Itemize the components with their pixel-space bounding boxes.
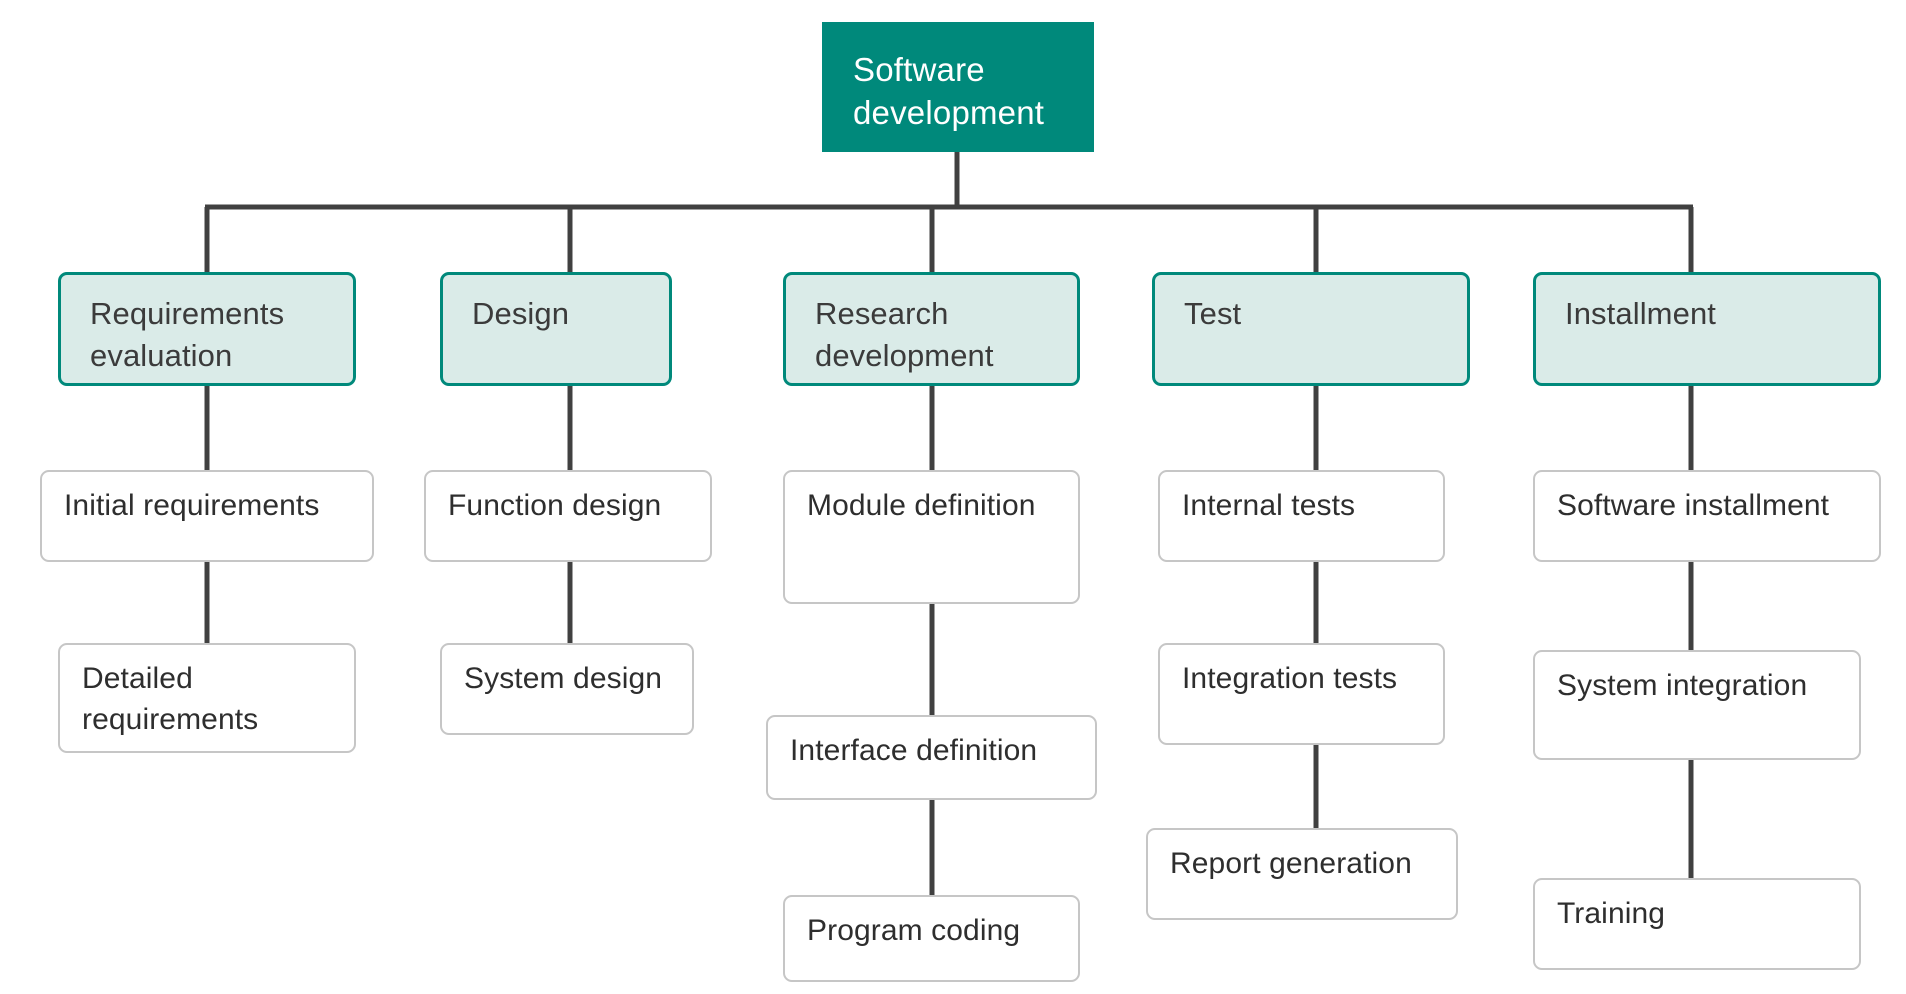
- node-leaf-interface-definition[interactable]: Interface definition: [766, 715, 1097, 800]
- node-branch-label: Installment: [1565, 296, 1716, 331]
- node-leaf-label: Integration tests: [1182, 662, 1398, 695]
- node-branch-label: Test: [1184, 296, 1242, 331]
- node-leaf-label: Software installment: [1557, 489, 1830, 522]
- node-leaf-label: Program coding: [807, 914, 1021, 947]
- node-leaf-label: Initial requirements: [64, 489, 320, 522]
- node-branch-label: Design: [472, 296, 570, 331]
- node-leaf-report-generation[interactable]: Report generation: [1146, 828, 1458, 920]
- node-branch-test[interactable]: Test: [1152, 272, 1470, 386]
- node-root-software-development[interactable]: Software development: [822, 22, 1094, 152]
- node-leaf-initial-requirements[interactable]: Initial requirements: [40, 470, 374, 562]
- node-branch-label: Research development: [815, 296, 994, 373]
- node-leaf-label: Training: [1557, 897, 1666, 930]
- node-branch-installment[interactable]: Installment: [1533, 272, 1881, 386]
- node-branch-label: Requirements evaluation: [90, 296, 285, 373]
- node-leaf-system-integration[interactable]: System integration: [1533, 650, 1861, 760]
- node-leaf-internal-tests[interactable]: Internal tests: [1158, 470, 1445, 562]
- node-leaf-function-design[interactable]: Function design: [424, 470, 712, 562]
- node-leaf-software-installment[interactable]: Software installment: [1533, 470, 1881, 562]
- node-leaf-label: System integration: [1557, 669, 1808, 702]
- node-leaf-training[interactable]: Training: [1533, 878, 1861, 970]
- node-branch-requirements-evaluation[interactable]: Requirements evaluation: [58, 272, 356, 386]
- org-chart-canvas: Software development Requirements evalua…: [0, 0, 1906, 994]
- node-branch-research-development[interactable]: Research development: [783, 272, 1080, 386]
- node-root-label: Software development: [853, 51, 1045, 131]
- node-leaf-label: Report generation: [1170, 847, 1412, 880]
- node-leaf-integration-tests[interactable]: Integration tests: [1158, 643, 1445, 745]
- node-leaf-label: Module definition: [807, 489, 1036, 522]
- node-leaf-module-definition[interactable]: Module definition: [783, 470, 1080, 604]
- node-leaf-label: Detailed requirements: [82, 662, 259, 736]
- node-branch-design[interactable]: Design: [440, 272, 672, 386]
- node-leaf-label: Internal tests: [1182, 489, 1356, 522]
- node-leaf-label: Interface definition: [790, 734, 1038, 767]
- node-leaf-system-design[interactable]: System design: [440, 643, 694, 735]
- node-leaf-label: Function design: [448, 489, 662, 522]
- node-leaf-label: System design: [464, 662, 663, 695]
- node-leaf-detailed-requirements[interactable]: Detailed requirements: [58, 643, 356, 753]
- node-leaf-program-coding[interactable]: Program coding: [783, 895, 1080, 982]
